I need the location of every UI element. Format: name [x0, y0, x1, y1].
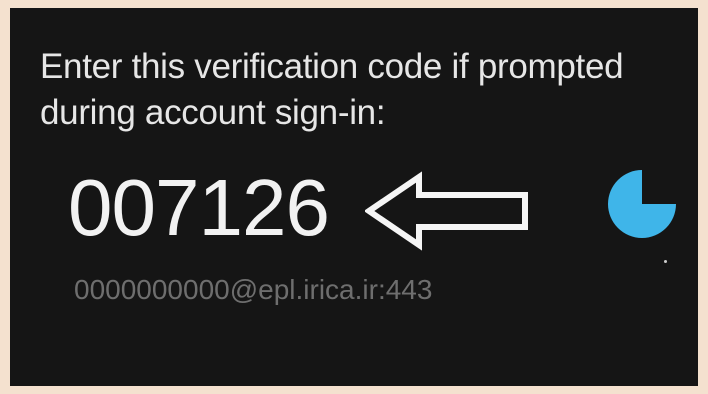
screenshot-frame: Enter this verification code if prompted…: [0, 0, 708, 394]
authenticator-screen: Enter this verification code if prompted…: [10, 8, 698, 386]
account-name: 0000000000@epl.irica.ir:443: [74, 274, 433, 305]
countdown-timer-icon: [608, 170, 676, 238]
verification-code: 007126: [68, 163, 330, 252]
left-arrow-icon: [365, 171, 528, 251]
verification-prompt: Enter this verification code if prompted…: [40, 47, 624, 132]
timer-progress: [608, 170, 676, 238]
decorative-dot: [664, 260, 667, 263]
